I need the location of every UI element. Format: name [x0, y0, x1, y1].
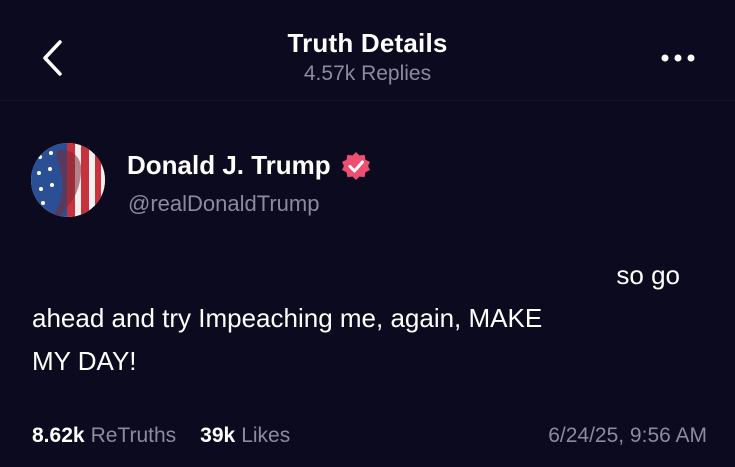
post-text-line: so go: [616, 260, 680, 290]
top-bar: Truth Details 4.57k Replies: [0, 0, 735, 101]
post-body: so go ahead and try Impeaching me, again…: [32, 254, 692, 383]
likes-label[interactable]: Likes: [241, 424, 290, 448]
page-title: Truth Details: [287, 28, 448, 58]
likes-count[interactable]: 39k: [200, 424, 235, 448]
author-row: Donald J. Trump: [127, 150, 371, 181]
avatar-image: [31, 143, 105, 217]
more-horizontal-icon: [661, 54, 695, 62]
author-name[interactable]: Donald J. Trump: [127, 150, 331, 181]
replies-count[interactable]: 4.57k Replies: [0, 62, 735, 86]
post-timestamp: 6/24/25, 9:56 AM: [548, 424, 707, 447]
post-stats: 8.62k ReTruths 39k Likes: [32, 424, 290, 448]
post-text-line: ahead and try Impeaching me, again, MAKE: [32, 303, 543, 333]
more-options-button[interactable]: [654, 46, 702, 70]
verified-badge-icon: [341, 151, 370, 180]
post-text-line: MY DAY!: [32, 346, 137, 376]
avatar[interactable]: [31, 143, 105, 217]
retruths-label[interactable]: ReTruths: [91, 424, 177, 448]
retruths-count[interactable]: 8.62k: [32, 424, 85, 448]
author-handle[interactable]: @realDonaldTrump: [128, 191, 319, 217]
